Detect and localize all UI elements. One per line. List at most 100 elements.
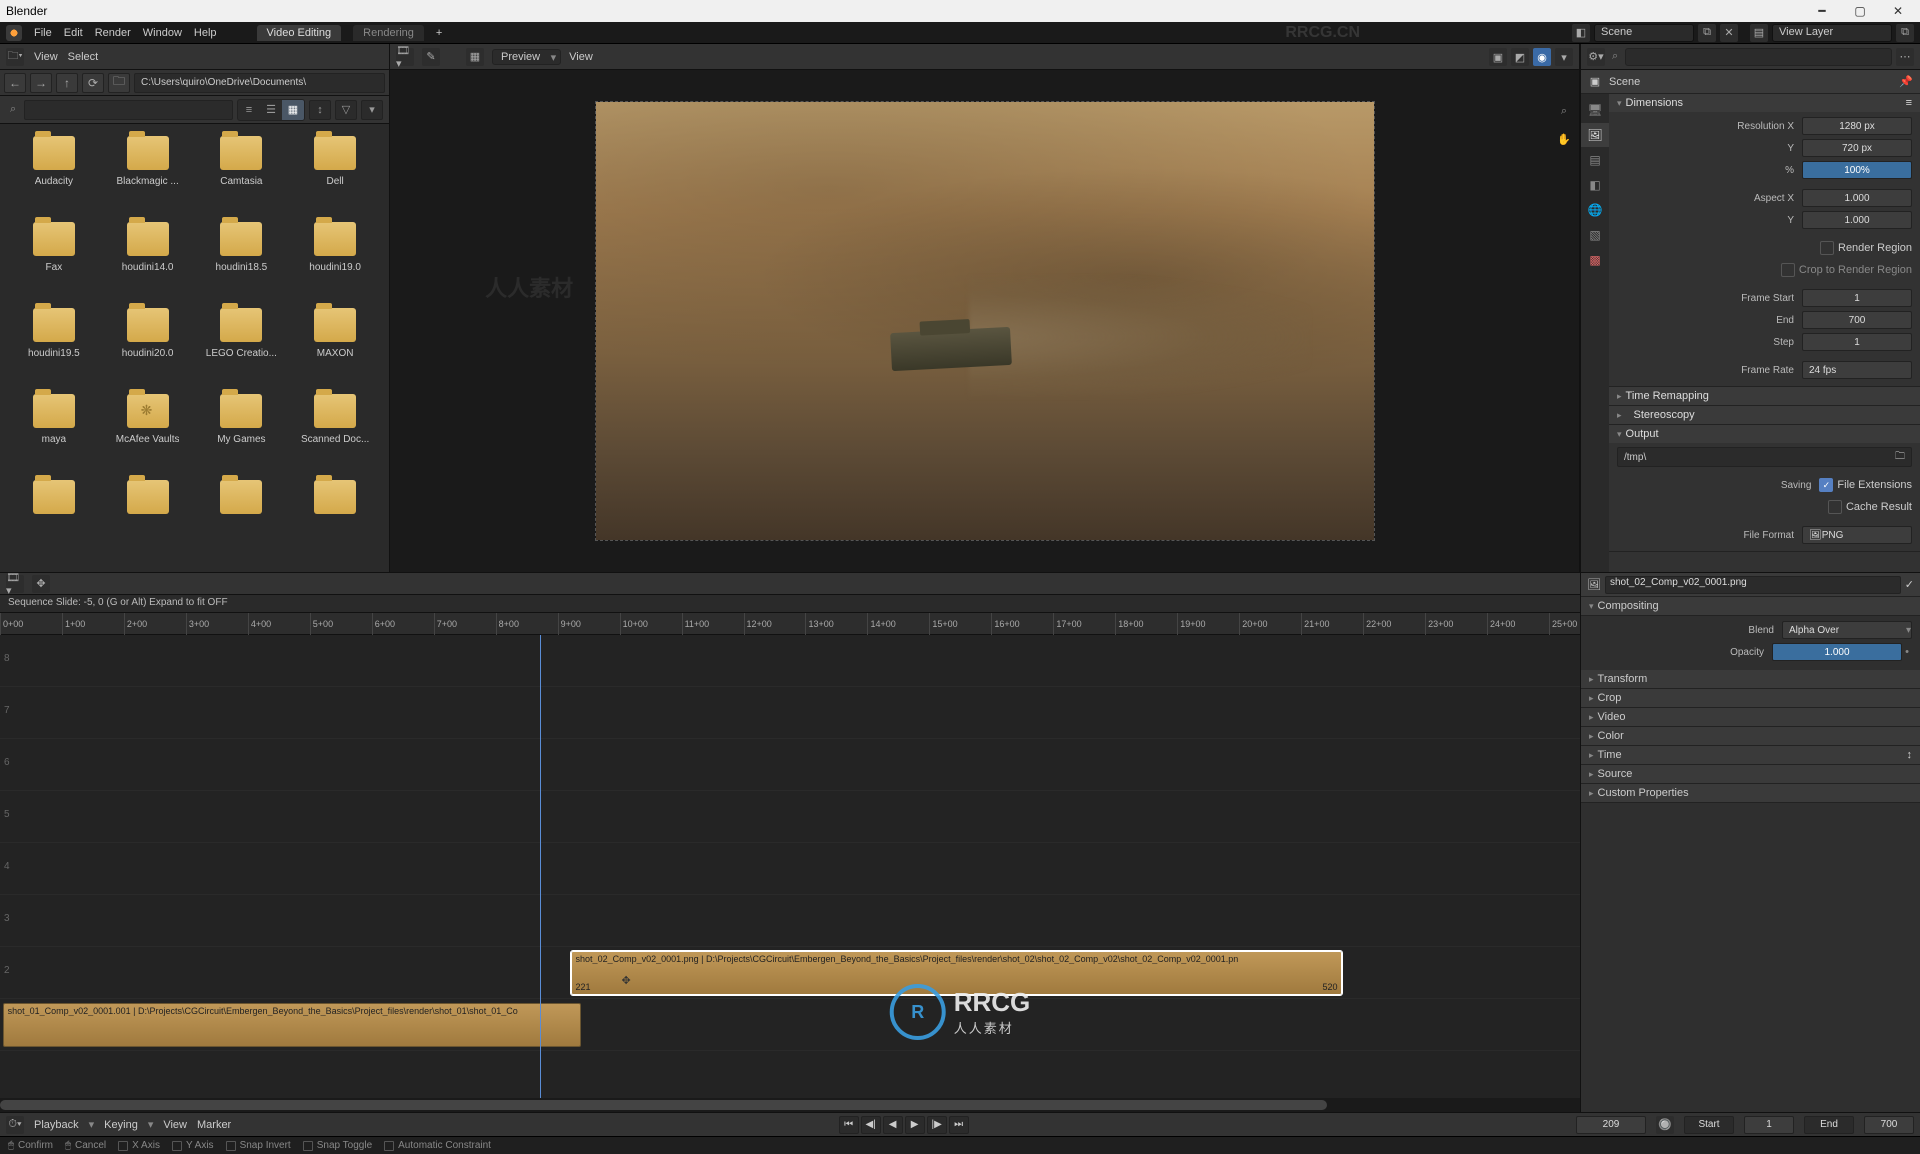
sq-section-source[interactable]: Source [1581, 765, 1920, 784]
section-timeremap[interactable]: Time Remapping [1609, 387, 1920, 405]
cache-check[interactable] [1828, 500, 1842, 514]
overlay-dropdown[interactable]: ▾ [1555, 48, 1573, 66]
preview-menu-view[interactable]: View [569, 51, 593, 63]
seq-editor-type-icon[interactable]: 🎞▾ [6, 575, 24, 593]
filebrowser-menu-view[interactable]: View [34, 51, 58, 63]
preview-viewport[interactable]: ⌕ ✋ 人人素材 [390, 70, 1579, 572]
section-output[interactable]: Output [1609, 425, 1920, 443]
nav-refresh-button[interactable]: ⟳ [82, 73, 104, 93]
sequencer-ruler[interactable]: 0+001+002+003+004+005+006+007+008+009+00… [0, 613, 1580, 635]
folder-item[interactable]: Audacity [8, 136, 100, 216]
nav-back-button[interactable]: ← [4, 73, 26, 93]
tab-output[interactable]: 🖼 [1581, 123, 1609, 147]
folder-item[interactable]: Fax [8, 222, 100, 302]
tab-texture[interactable]: ▩ [1581, 248, 1609, 272]
folder-item[interactable]: McAfee Vaults [102, 394, 194, 474]
folder-item[interactable]: maya [8, 394, 100, 474]
sequence-strip[interactable]: shot_01_Comp_v02_0001.001 | D:\Projects\… [3, 1003, 581, 1047]
menu-file[interactable]: File [34, 27, 52, 39]
sequencer-editor-type-icon[interactable]: 🎞▾ [396, 48, 414, 66]
tab-viewlayer[interactable]: ▤ [1581, 148, 1609, 172]
sq-section-video[interactable]: Video [1581, 708, 1920, 727]
current-frame-field[interactable]: 209 [1576, 1116, 1646, 1134]
tl-menu-marker[interactable]: Marker [197, 1119, 231, 1131]
fstep-value[interactable]: 1 [1802, 333, 1912, 351]
tab-object[interactable]: ▧ [1581, 223, 1609, 247]
opacity-value[interactable]: 1.000 [1772, 643, 1902, 661]
folder-item[interactable]: Blackmagic ... [102, 136, 194, 216]
seq-tool-icon[interactable]: ✥ [32, 575, 50, 593]
folder-item[interactable]: houdini19.0 [289, 222, 381, 302]
tab-world[interactable]: 🌐 [1581, 198, 1609, 222]
maximize-button[interactable]: ▢ [1844, 1, 1876, 21]
folder-item[interactable] [102, 480, 194, 560]
preset-icon[interactable]: ≡ [1906, 97, 1912, 109]
folder-item[interactable]: houdini14.0 [102, 222, 194, 302]
resx-value[interactable]: 1280 px [1802, 117, 1912, 135]
keyframe-prev-button[interactable]: ◀| [861, 1116, 881, 1134]
autokey-icon[interactable]: 🔘 [1656, 1116, 1674, 1134]
props-editor-type-icon[interactable]: ⚙▾ [1587, 48, 1605, 66]
pan-icon[interactable]: ✋ [1553, 128, 1575, 150]
filter-button[interactable]: ▽ [335, 100, 357, 120]
path-input[interactable]: C:\Users\quiro\OneDrive\Documents\ [134, 73, 385, 93]
resy-value[interactable]: 720 px [1802, 139, 1912, 157]
filter-dropdown-button[interactable]: ▾ [361, 100, 383, 120]
props-options-button[interactable]: ⋯ [1896, 48, 1914, 66]
tool-button[interactable]: ✎ [422, 48, 440, 66]
fformat-value[interactable]: 🖼 PNG [1802, 526, 1912, 544]
aspx-value[interactable]: 1.000 [1802, 189, 1912, 207]
sq-section-custom[interactable]: Custom Properties [1581, 784, 1920, 803]
filebrowser-menu-select[interactable]: Select [68, 51, 99, 63]
search-input[interactable] [24, 100, 233, 120]
menu-help[interactable]: Help [194, 27, 217, 39]
strip-mute-toggle[interactable]: ✓ [1905, 578, 1914, 591]
zoom-icon[interactable]: ⌕ [1553, 100, 1575, 122]
scene-new-button[interactable]: ⧉ [1698, 24, 1716, 42]
minimize-button[interactable]: ━ [1806, 1, 1838, 21]
jump-start-button[interactable]: ⏮ [839, 1116, 859, 1134]
sq-section-time[interactable]: Time↕ [1581, 746, 1920, 765]
render-region-check[interactable] [1820, 241, 1834, 255]
overlay-button-a[interactable]: ▣ [1489, 48, 1507, 66]
menu-edit[interactable]: Edit [64, 27, 83, 39]
resp-value[interactable]: 100% [1802, 161, 1912, 179]
folder-item[interactable]: Dell [289, 136, 381, 216]
tl-menu-playback[interactable]: Playback [34, 1119, 79, 1131]
start-frame-field[interactable]: 1 [1744, 1116, 1794, 1134]
viewlayer-icon[interactable]: ▤ [1750, 24, 1768, 42]
overlay-button-b[interactable]: ◩ [1511, 48, 1529, 66]
keyframe-next-button[interactable]: |▶ [927, 1116, 947, 1134]
play-reverse-button[interactable]: ◀ [883, 1116, 903, 1134]
play-button[interactable]: ▶ [905, 1116, 925, 1134]
sq-section-compositing[interactable]: Compositing [1581, 597, 1920, 616]
preview-type-icon[interactable]: ▦ [466, 48, 484, 66]
workspace-tab-video-editing[interactable]: Video Editing [257, 25, 342, 41]
folder-item[interactable]: houdini20.0 [102, 308, 194, 388]
tl-menu-keying[interactable]: Keying [104, 1119, 138, 1131]
filebrowser-editor-type-icon[interactable]: 🗀▾ [6, 48, 24, 66]
jump-end-button[interactable]: ⏭ [949, 1116, 969, 1134]
tab-scene[interactable]: ◧ [1581, 173, 1609, 197]
blend-value[interactable]: Alpha Over▾ [1782, 621, 1912, 639]
scene-name-input[interactable]: Scene [1594, 24, 1694, 42]
end-frame-field[interactable]: 700 [1864, 1116, 1914, 1134]
fileext-check[interactable]: ✓ [1819, 478, 1833, 492]
section-dimensions-header[interactable]: Dimensions≡ [1609, 94, 1920, 112]
nav-forward-button[interactable]: → [30, 73, 52, 93]
menu-window[interactable]: Window [143, 27, 182, 39]
display-list-button[interactable]: ≡ [238, 100, 260, 120]
pin-icon[interactable]: 📌 [1898, 74, 1914, 90]
folder-item[interactable] [289, 480, 381, 560]
overlay-button-c[interactable]: ◉ [1533, 48, 1551, 66]
timeline-editor-type-icon[interactable]: ⏱▾ [6, 1116, 24, 1134]
section-stereo[interactable]: Stereoscopy [1609, 406, 1920, 424]
folder-item[interactable]: LEGO Creatio... [196, 308, 288, 388]
menu-render[interactable]: Render [95, 27, 131, 39]
close-button[interactable]: ✕ [1882, 1, 1914, 21]
folder-item[interactable] [8, 480, 100, 560]
sort-button[interactable]: ↕ [309, 100, 331, 120]
fend-value[interactable]: 700 [1802, 311, 1912, 329]
display-detail-button[interactable]: ☰ [260, 100, 282, 120]
seq-hscroll[interactable] [0, 1098, 1580, 1112]
